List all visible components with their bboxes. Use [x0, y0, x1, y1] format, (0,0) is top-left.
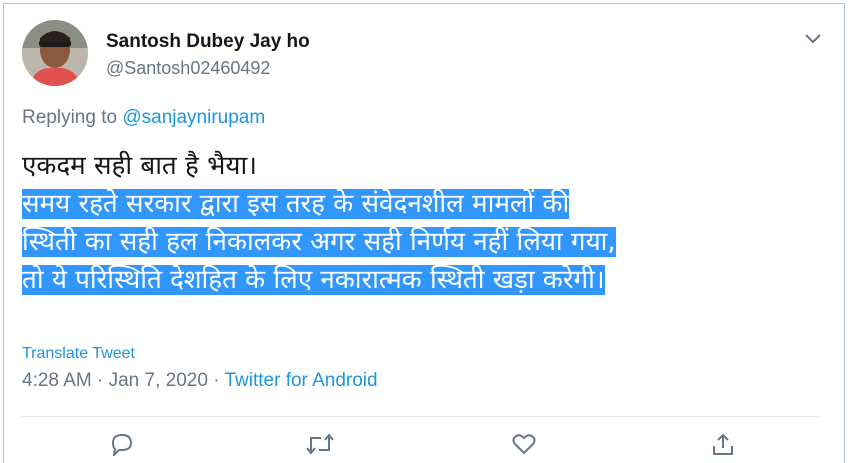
- tweet-line-selected: समय रहते सरकार द्वारा इस तरह के संवेदनशी…: [22, 189, 570, 219]
- mention-link[interactable]: @sanjaynirupam: [122, 107, 265, 128]
- tweet-line-selected: स्थिती का सही हल निकालकर अगर सही निर्णय …: [22, 227, 616, 257]
- tweet-meta: 4:28 AM · Jan 7, 2020 · Twitter for Andr…: [22, 370, 378, 392]
- tweet-line: एकदम सही बात है भैया।: [22, 151, 258, 181]
- chevron-down-icon[interactable]: [800, 26, 826, 52]
- avatar-image: [22, 20, 88, 86]
- translate-tweet-link[interactable]: Translate Tweet: [22, 345, 135, 363]
- user-handle[interactable]: @Santosh02460492: [106, 58, 270, 79]
- divider: [22, 416, 822, 417]
- tweet-line-selected: तो ये परिस्थिति देशहित के लिए नकारात्मक …: [22, 265, 605, 295]
- avatar[interactable]: [22, 20, 88, 86]
- meta-separator: ·: [91, 370, 109, 391]
- tweet-time[interactable]: 4:28 AM: [22, 370, 92, 391]
- tweet-date[interactable]: Jan 7, 2020: [109, 370, 208, 391]
- display-name[interactable]: Santosh Dubey Jay ho: [106, 31, 310, 53]
- replying-prefix: Replying to: [22, 107, 123, 128]
- tweet-source-link[interactable]: Twitter for Android: [224, 370, 377, 391]
- replying-to: Replying to @sanjaynirupam: [22, 107, 265, 129]
- tweet-text: एकदम सही बात है भैया। समय रहते सरकार द्व…: [22, 147, 822, 299]
- meta-separator: ·: [207, 370, 225, 391]
